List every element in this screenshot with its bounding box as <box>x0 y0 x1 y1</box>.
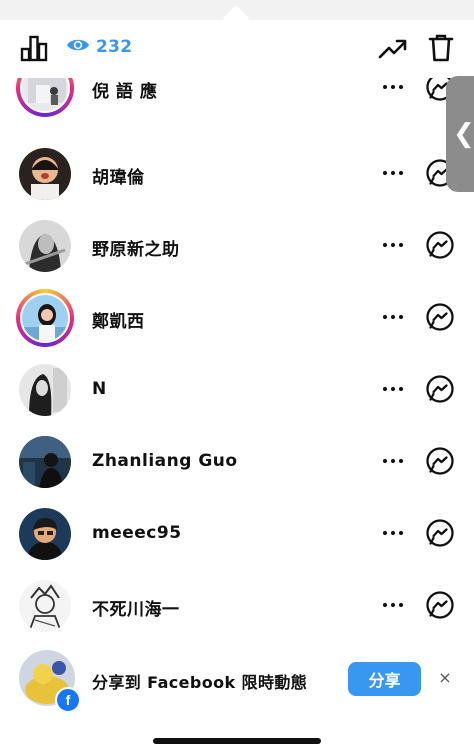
messenger-icon[interactable] <box>425 230 455 260</box>
viewer-name: 野原新之助 <box>92 240 180 260</box>
viewer-row[interactable]: meeec95 <box>0 501 474 573</box>
messenger-icon[interactable] <box>425 518 455 548</box>
side-panel-tab[interactable]: ❮ <box>446 76 474 192</box>
bar-chart-icon[interactable] <box>20 34 48 62</box>
avatar-frame <box>16 361 74 419</box>
viewer-row[interactable]: 野原新之助 <box>0 213 474 285</box>
viewer-row[interactable]: 鄭凱西 <box>0 285 474 357</box>
avatar[interactable] <box>19 364 71 416</box>
avatar-frame <box>16 577 74 635</box>
viewer-name: 鄭凱西 <box>92 312 145 332</box>
view-count: 232 <box>66 37 132 57</box>
viewer-name: Zhanliang Guo <box>92 451 238 471</box>
viewer-name: 不死川海一 <box>92 600 180 620</box>
viewer-name: 倪 語 應 <box>92 82 158 102</box>
more-options-icon[interactable] <box>380 521 406 545</box>
viewer-row[interactable]: 胡瑋倫 <box>0 141 474 213</box>
avatar[interactable] <box>19 580 71 632</box>
messenger-icon[interactable] <box>425 302 455 332</box>
avatar[interactable] <box>20 293 70 343</box>
view-count-value: 232 <box>96 37 133 57</box>
avatar-frame <box>16 433 74 491</box>
avatar[interactable] <box>19 148 71 200</box>
home-indicator[interactable] <box>153 738 321 744</box>
more-options-icon[interactable] <box>380 377 406 401</box>
more-options-icon[interactable] <box>380 305 406 329</box>
avatar-frame <box>16 145 74 203</box>
more-options-icon[interactable] <box>380 161 406 185</box>
chevron-left-icon: ❮ <box>453 119 474 149</box>
facebook-share-row: f 分享到 Facebook 限時動態 分享 × <box>0 646 474 718</box>
messenger-icon[interactable] <box>425 446 455 476</box>
avatar[interactable] <box>19 220 71 272</box>
share-to-facebook-text: 分享到 Facebook 限時動態 <box>92 673 308 692</box>
avatar-frame <box>16 217 74 275</box>
close-icon[interactable]: × <box>436 668 454 687</box>
avatar[interactable] <box>19 508 71 560</box>
viewer-row[interactable]: Zhanliang Guo <box>0 429 474 501</box>
avatar-frame <box>16 505 74 563</box>
more-options-icon[interactable] <box>380 75 406 99</box>
messenger-icon[interactable] <box>425 374 455 404</box>
eye-icon <box>66 37 90 57</box>
messenger-icon[interactable] <box>425 590 455 620</box>
trending-icon[interactable] <box>378 35 408 63</box>
viewer-row[interactable]: 不死川海一 <box>0 573 474 645</box>
more-options-icon[interactable] <box>380 449 406 473</box>
facebook-icon: f <box>55 687 81 713</box>
trash-icon[interactable] <box>428 33 454 63</box>
more-options-icon[interactable] <box>380 233 406 257</box>
viewer-name: 胡瑋倫 <box>92 168 145 188</box>
viewer-row[interactable]: N <box>0 357 474 429</box>
share-button[interactable]: 分享 <box>348 662 421 696</box>
viewer-name: N <box>92 379 107 399</box>
viewer-sheet-header: 232 <box>0 20 474 78</box>
story-ring <box>16 289 74 347</box>
more-options-icon[interactable] <box>380 593 406 617</box>
avatar[interactable] <box>19 436 71 488</box>
viewer-name: meeec95 <box>92 523 182 543</box>
